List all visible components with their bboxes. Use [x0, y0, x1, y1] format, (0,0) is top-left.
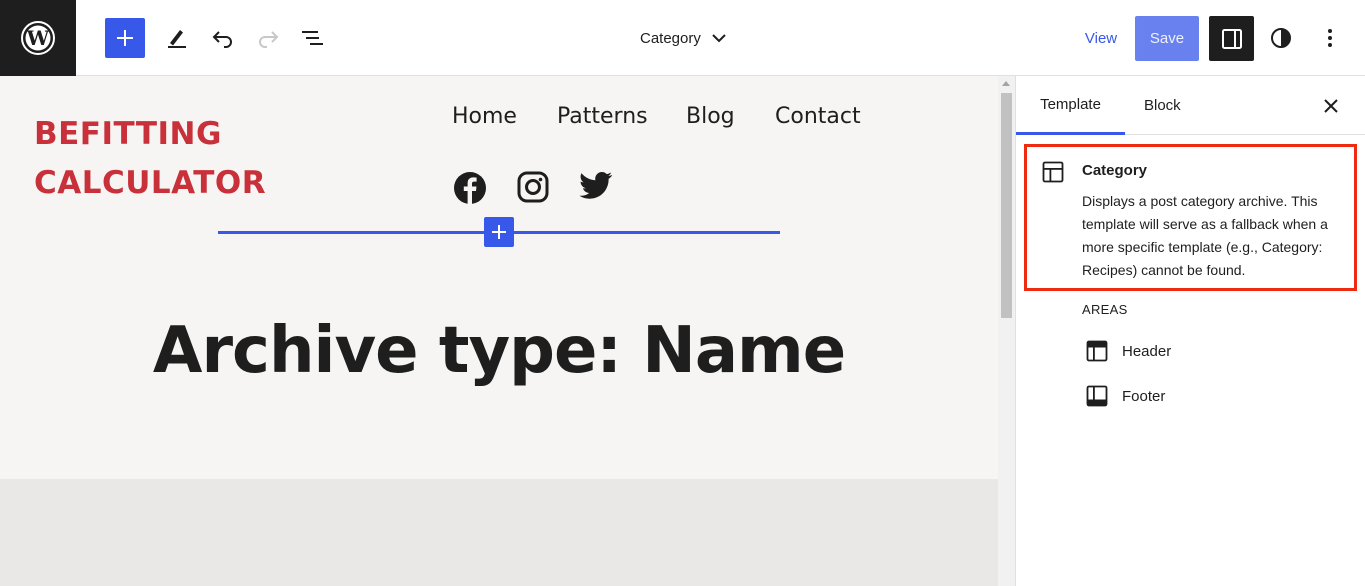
block-inserter-button[interactable]	[105, 18, 145, 58]
save-button[interactable]: Save	[1135, 16, 1199, 61]
twitter-icon[interactable]	[579, 171, 613, 206]
areas-heading: AREAS	[1082, 302, 1128, 317]
redo-icon	[259, 31, 279, 48]
nav-item-contact[interactable]: Contact	[775, 104, 861, 129]
area-item-footer[interactable]: Footer	[1086, 383, 1165, 409]
header-icon	[1086, 340, 1108, 362]
archive-title-heading[interactable]: Archive type: Name	[0, 314, 998, 388]
nav-item-patterns[interactable]: Patterns	[557, 104, 648, 129]
nav-item-home[interactable]: Home	[452, 104, 517, 129]
canvas-scrollbar[interactable]	[998, 76, 1015, 586]
document-title: Category	[640, 29, 701, 47]
more-vertical-icon	[1328, 29, 1332, 47]
options-menu-button[interactable]	[1310, 18, 1350, 58]
pencil-icon	[168, 30, 186, 48]
template-name: Category	[1082, 162, 1148, 179]
redo-button[interactable]	[248, 18, 288, 58]
settings-sidebar-toggle[interactable]	[1209, 16, 1254, 61]
area-item-label: Footer	[1122, 387, 1166, 405]
close-sidebar-button[interactable]	[1318, 93, 1344, 119]
plus-icon	[492, 225, 506, 239]
layout-icon	[1042, 161, 1064, 188]
area-item-label: Header	[1122, 342, 1172, 360]
tab-template[interactable]: Template	[1016, 76, 1125, 135]
sidebar-icon	[1221, 28, 1242, 49]
site-title-line1: BEFITTING	[34, 116, 222, 152]
site-title-line2: CALCULATOR	[34, 165, 267, 201]
site-title[interactable]: BEFITTING CALCULATOR	[34, 110, 294, 208]
instagram-icon[interactable]	[517, 171, 549, 208]
footer-icon	[1086, 385, 1108, 407]
undo-icon	[212, 31, 232, 48]
wordpress-logo-button[interactable]: W	[0, 0, 76, 76]
editor-toolbar: W Category View Save	[0, 0, 1365, 76]
svg-text:W: W	[26, 26, 50, 50]
editor-canvas[interactable]: BEFITTING CALCULATOR Home Patterns Blog …	[0, 76, 998, 586]
plus-icon	[117, 30, 133, 46]
list-view-button[interactable]	[293, 18, 333, 58]
styles-button[interactable]	[1261, 18, 1301, 58]
facebook-icon[interactable]	[453, 171, 487, 210]
sidebar-tabs: Template Block	[1016, 76, 1365, 135]
tools-button[interactable]	[157, 18, 197, 58]
template-header-area[interactable]: BEFITTING CALCULATOR Home Patterns Blog …	[0, 76, 998, 479]
settings-sidebar: Template Block Category Displays a post …	[1015, 76, 1365, 586]
scrollbar-thumb[interactable]	[1001, 93, 1012, 318]
document-title-dropdown[interactable]: Category	[640, 18, 727, 58]
area-item-header[interactable]: Header	[1086, 338, 1171, 364]
wordpress-icon: W	[21, 21, 55, 55]
undo-button[interactable]	[203, 18, 243, 58]
close-icon	[1324, 99, 1338, 113]
tab-block[interactable]: Block	[1144, 76, 1181, 135]
list-view-icon	[302, 31, 323, 45]
scroll-up-arrow-icon[interactable]	[1002, 81, 1010, 86]
nav-item-blog[interactable]: Blog	[686, 104, 735, 129]
contrast-icon	[1271, 28, 1291, 48]
template-description: Displays a post category archive. This t…	[1082, 193, 1328, 278]
view-button[interactable]: View	[1075, 18, 1127, 58]
insert-block-button[interactable]	[484, 217, 514, 247]
chevron-down-icon	[712, 34, 726, 43]
